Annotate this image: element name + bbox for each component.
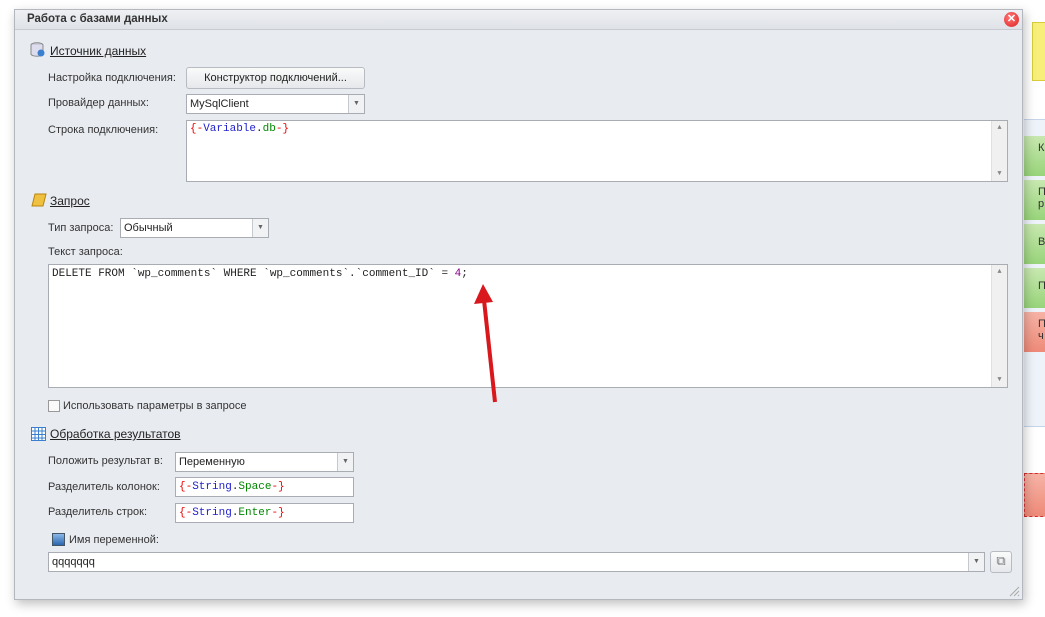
token-name: Variable [203,123,257,135]
copy-button[interactable]: ⧉ [990,551,1012,573]
row-sep-label: Разделитель строк: [48,506,148,518]
chevron-down-icon[interactable]: ▼ [252,219,268,237]
background-action-item: К р [1024,136,1045,176]
annotation-arrow [474,284,497,403]
row-sep-input[interactable]: {-String.Enter-} [175,503,354,523]
provider-value: MySqlClient [190,98,249,110]
var-name-label: Имя переменной: [69,534,159,546]
chevron-down-icon[interactable]: ▼ [968,553,984,571]
connection-string-label: Строка подключения: [48,124,159,136]
query-type-select[interactable]: Обычный ▼ [120,218,269,238]
scrollbar[interactable]: ▲ ▼ [991,121,1007,181]
token-name: String [192,507,232,519]
provider-select[interactable]: MySqlClient ▼ [186,94,365,114]
use-params-label[interactable]: Использовать параметры в запросе [63,400,246,412]
query-text: DELETE FROM `wp_comments` WHERE `wp_comm… [52,268,455,280]
background-action-item: П [1024,268,1045,308]
var-name-value: qqqqqqq [52,556,95,568]
close-icon[interactable]: ✕ [1004,12,1019,27]
token-brace: -} [271,481,285,493]
query-type-label: Тип запроса: [48,222,114,234]
connection-builder-button[interactable]: Конструктор подключений... [186,67,365,89]
token-field: Enter [238,507,272,519]
background-note [1032,22,1045,81]
section-data-source[interactable]: Источник данных [50,44,146,58]
variable-icon [52,533,65,546]
database-icon [30,42,45,57]
connection-string-input[interactable]: {-Variable.db-} ▲ ▼ [186,120,1008,182]
table-icon [31,427,46,441]
section-results[interactable]: Обработка результатов [50,427,181,441]
token-name: String [192,481,232,493]
token-field: db [262,123,276,135]
query-text-input[interactable]: DELETE FROM `wp_comments` WHERE `wp_comm… [48,264,1008,388]
connection-settings-label: Настройка подключения: [48,72,176,84]
token-brace: -} [275,123,290,135]
var-name-select[interactable]: qqqqqqq ▼ [48,552,985,572]
background-selected-item [1024,473,1045,517]
resize-grip-icon[interactable] [1008,585,1020,597]
provider-label: Провайдер данных: [48,97,149,109]
scrollbar[interactable]: ▲ ▼ [991,265,1007,387]
token-field: Space [238,481,272,493]
chevron-down-icon[interactable]: ▼ [348,95,364,113]
query-text-label: Текст запроса: [48,246,123,258]
token-brace: {- [179,507,193,519]
background-action-item: В [1024,224,1045,264]
token-brace: {- [179,481,193,493]
dialog-title: Работа с базами данных [15,10,1022,30]
background-action-item: П ч [1024,312,1045,352]
section-query[interactable]: Запрос [50,194,90,208]
put-result-select[interactable]: Переменную ▼ [175,452,354,472]
use-params-checkbox[interactable] [48,400,60,412]
query-semicolon: ; [461,268,468,280]
put-result-label: Положить результат в: [48,455,163,467]
put-result-value: Переменную [179,456,245,468]
chevron-down-icon[interactable]: ▼ [337,453,353,471]
token-brace: {- [190,123,204,135]
token-brace: -} [271,507,285,519]
background-action-item: П р [1024,180,1045,220]
token-dot: . [256,123,263,135]
copy-icon: ⧉ [996,553,1006,568]
col-sep-label: Разделитель колонок: [48,481,160,493]
scroll-icon [31,193,47,207]
col-sep-input[interactable]: {-String.Space-} [175,477,354,497]
query-type-value: Обычный [124,222,173,234]
